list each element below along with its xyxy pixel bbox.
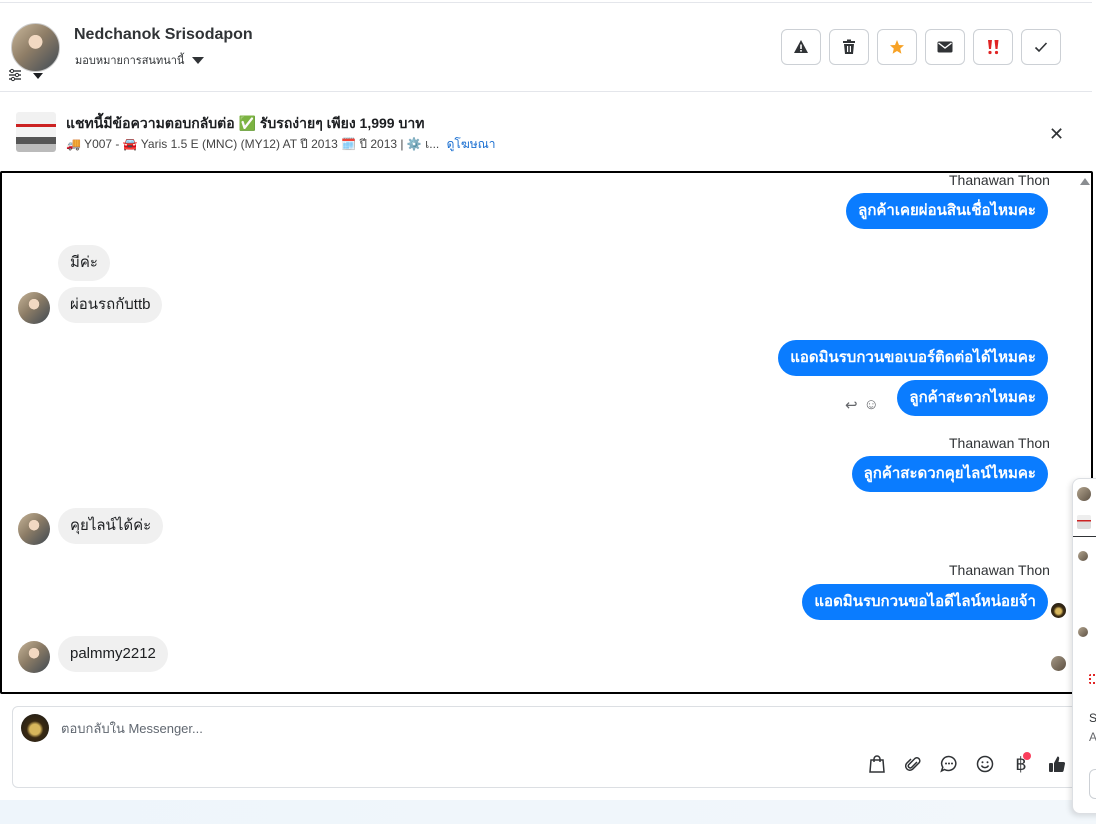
incoming-message[interactable]: palmmy2212 bbox=[58, 636, 168, 672]
chevron-down-icon bbox=[192, 56, 205, 64]
reply-input[interactable] bbox=[61, 721, 761, 736]
conversation-header: Nedchanok Srisodapon มอบหมายการสนทนานี้ bbox=[0, 4, 1092, 92]
trash-icon bbox=[843, 39, 855, 54]
sender-name: Thanawan Thon bbox=[949, 435, 1050, 451]
close-icon[interactable]: ✕ bbox=[1049, 124, 1064, 145]
mail-icon bbox=[937, 41, 953, 53]
page-footer-background bbox=[0, 800, 1096, 824]
saved-replies-icon[interactable] bbox=[938, 753, 960, 775]
incoming-message[interactable]: ผ่อนรถกับttb bbox=[58, 287, 163, 323]
star-icon bbox=[890, 40, 904, 54]
message-actions: ↩ ☺ bbox=[845, 396, 879, 414]
incoming-message[interactable]: คุยไลน์ได้ค่ะ bbox=[58, 508, 164, 544]
panel-avatar bbox=[1078, 551, 1088, 561]
read-receipt-avatar bbox=[1051, 656, 1066, 671]
panel-icon bbox=[1089, 674, 1096, 684]
emoji-react-icon[interactable]: ☺ bbox=[864, 396, 879, 414]
warning-icon bbox=[794, 40, 808, 53]
ad-context-banner: แชทนี้มีข้อความตอบกลับต่อ ✅ รับรถง่ายๆ เ… bbox=[0, 93, 1092, 171]
ad-description: 🚚 Y007 - 🚘 Yaris 1.5 E (MNC) (MY12) AT ป… bbox=[66, 137, 440, 151]
notification-dot bbox=[1023, 752, 1031, 760]
composer bbox=[12, 706, 1082, 788]
check-icon bbox=[1034, 42, 1048, 53]
ad-thumbnail bbox=[16, 112, 56, 152]
outgoing-message[interactable]: ลูกค้าเคยผ่อนสินเชื่อไหมคะ bbox=[846, 193, 1048, 229]
contact-avatar[interactable] bbox=[11, 23, 60, 72]
page-avatar bbox=[21, 714, 49, 742]
shopping-bag-icon[interactable] bbox=[866, 753, 888, 775]
view-ad-link[interactable]: ดูโฆษณา bbox=[447, 137, 496, 151]
panel-button[interactable] bbox=[1089, 769, 1096, 799]
scroll-up-arrow-icon[interactable] bbox=[1080, 178, 1090, 185]
incoming-message[interactable]: มีค่ะ bbox=[58, 245, 110, 281]
follow-up-button[interactable] bbox=[973, 29, 1013, 65]
reply-icon[interactable]: ↩ bbox=[845, 396, 858, 414]
double-exclamation-icon bbox=[988, 40, 999, 55]
contact-avatar-small bbox=[18, 641, 50, 673]
outgoing-message[interactable]: ลูกค้าสะดวกไหมคะ bbox=[897, 380, 1048, 416]
contact-avatar-small bbox=[18, 292, 50, 324]
paperclip-icon[interactable] bbox=[902, 753, 924, 775]
side-panel[interactable]: S A bbox=[1072, 478, 1096, 814]
chevron-down-icon[interactable] bbox=[33, 73, 43, 79]
mark-unread-button[interactable] bbox=[925, 29, 965, 65]
report-spam-button[interactable] bbox=[781, 29, 821, 65]
panel-ad-thumbnail bbox=[1077, 515, 1091, 529]
read-receipt-avatar bbox=[1051, 603, 1066, 618]
outgoing-message[interactable]: ลูกค้าสะดวกคุยไลน์ไหมคะ bbox=[851, 456, 1048, 492]
filter-icon[interactable] bbox=[8, 68, 22, 82]
assign-label: มอบหมายการสนทนานี้ bbox=[75, 55, 185, 67]
contact-avatar-small bbox=[18, 513, 50, 545]
panel-text-s: S bbox=[1089, 711, 1096, 725]
assign-conversation-dropdown[interactable]: มอบหมายการสนทนานี้ bbox=[75, 51, 205, 69]
sender-name: Thanawan Thon bbox=[949, 172, 1050, 188]
mark-done-button[interactable] bbox=[1021, 29, 1061, 65]
emoji-icon[interactable] bbox=[974, 753, 996, 775]
panel-text-a: A bbox=[1089, 730, 1096, 744]
panel-avatar bbox=[1078, 627, 1088, 637]
star-button[interactable] bbox=[877, 29, 917, 65]
panel-divider bbox=[1073, 536, 1096, 537]
payment-icon[interactable]: ฿ bbox=[1010, 752, 1032, 775]
outgoing-message[interactable]: แอดมินรบกวนขอไอดีไลน์หน่อยจ้า bbox=[802, 584, 1048, 620]
ad-subtitle: 🚚 Y007 - 🚘 Yaris 1.5 E (MNC) (MY12) AT ป… bbox=[66, 135, 496, 154]
composer-tools: ฿ bbox=[866, 752, 1068, 775]
header-actions bbox=[781, 29, 1061, 65]
thumbs-up-icon[interactable] bbox=[1046, 753, 1068, 775]
contact-name[interactable]: Nedchanok Srisodapon bbox=[74, 26, 253, 44]
ad-title: แชทนี้มีข้อความตอบกลับต่อ ✅ รับรถง่ายๆ เ… bbox=[66, 115, 425, 131]
delete-button[interactable] bbox=[829, 29, 869, 65]
panel-avatar bbox=[1077, 487, 1091, 501]
sender-name: Thanawan Thon bbox=[949, 562, 1050, 578]
top-divider bbox=[0, 0, 1092, 3]
outgoing-message[interactable]: แอดมินรบกวนขอเบอร์ติดต่อได้ไหมคะ bbox=[778, 340, 1048, 376]
